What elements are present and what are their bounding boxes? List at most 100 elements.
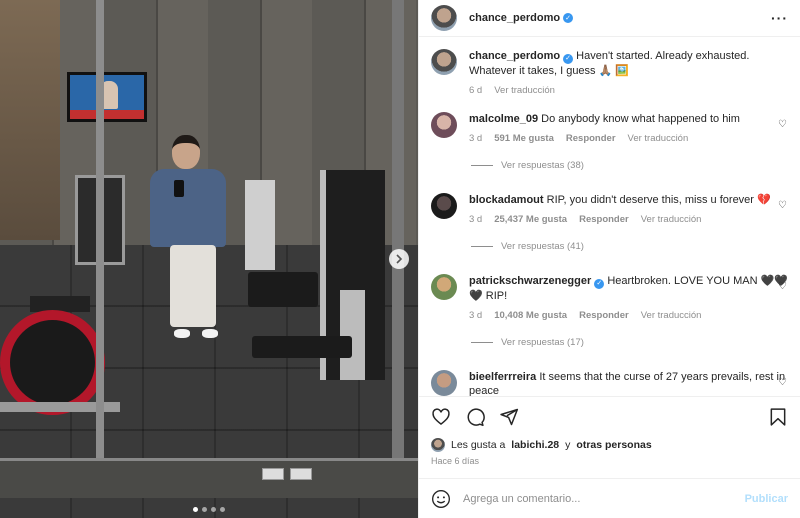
liker-username[interactable]: labichi.28 [511, 439, 559, 451]
caption-age[interactable]: 6 d [469, 84, 482, 98]
shoe [202, 329, 218, 338]
caption-avatar[interactable] [431, 49, 457, 75]
author-username[interactable]: chance_perdomo [469, 12, 560, 24]
replies-divider [471, 246, 493, 247]
comment-age[interactable]: 3 d [469, 309, 482, 323]
rowing-machine [0, 310, 105, 415]
bookmark-icon[interactable] [768, 407, 788, 427]
comment-icon[interactable] [465, 407, 485, 427]
person-head [172, 135, 200, 169]
other-likers-link[interactable]: otras personas [576, 439, 651, 451]
mirror-frame [96, 0, 104, 470]
comment-item: blockadamout RIP, you didn't deserve thi… [431, 193, 788, 227]
commenter-avatar[interactable] [431, 193, 457, 219]
gym-machine [245, 180, 275, 270]
carousel-dots [0, 507, 418, 512]
bench-frame [340, 290, 365, 380]
comment-meta: 3 d 25,437 Me gusta Responder Ver traduc… [469, 213, 788, 227]
post-actions [419, 396, 800, 436]
wood-panel [0, 0, 60, 240]
comment-like-count[interactable]: 591 Me gusta [494, 132, 554, 146]
comment-text: Do anybody know what happened to him [541, 113, 740, 125]
likes-joiner: y [565, 439, 571, 451]
commenter-avatar[interactable] [431, 112, 457, 138]
translate-link[interactable]: Ver traducción [641, 213, 702, 227]
verified-badge-icon: ✓ [594, 279, 605, 289]
bench-seat [248, 272, 318, 307]
share-icon[interactable] [499, 407, 519, 427]
view-replies[interactable]: Ver respuestas (17) [471, 337, 788, 348]
comment-like-count[interactable]: 25,437 Me gusta [494, 213, 567, 227]
author-avatar[interactable] [431, 5, 457, 31]
comment-like-heart-icon[interactable]: ♡ [778, 378, 788, 388]
person-pants [170, 245, 216, 327]
comment-item: patrickschwarzenegger ✓ Heartbroken. LOVE… [431, 274, 788, 323]
commenter-avatar[interactable] [431, 274, 457, 300]
more-options-icon[interactable]: ··· [771, 10, 788, 26]
likes-prefix: Les gusta a [451, 439, 506, 451]
comment-like-heart-icon[interactable]: ♡ [778, 282, 788, 292]
carousel-dot[interactable] [202, 507, 207, 512]
comment-text: RIP, you didn't deserve this, miss u for… [546, 194, 771, 206]
verified-badge-icon: ✓ [563, 54, 574, 64]
replies-divider [471, 342, 493, 343]
reply-button[interactable]: Responder [566, 132, 616, 146]
translate-link[interactable]: Ver traducción [641, 309, 702, 323]
commenter-username[interactable]: bieelferrreira [469, 371, 536, 383]
chevron-right-icon [396, 254, 403, 264]
liker-avatar[interactable] [431, 438, 445, 452]
comment-like-count[interactable]: 10,408 Me gusta [494, 309, 567, 323]
heart-icon[interactable] [431, 407, 451, 427]
post-caption: chance_perdomo ✓ Haven't started. Already… [431, 49, 788, 98]
bench-pad [252, 336, 352, 358]
view-replies-label[interactable]: Ver respuestas (17) [501, 337, 584, 348]
comment-item: bieelferrreira It seems that the curse o… [431, 370, 788, 396]
wall-outlet [262, 468, 284, 480]
emoji-smile-icon[interactable] [431, 489, 451, 509]
comment-age[interactable]: 3 d [469, 213, 482, 227]
caption-meta: 6 d Ver traducción [469, 84, 788, 98]
publish-button[interactable]: Publicar [745, 493, 788, 505]
carousel-dot[interactable] [193, 507, 198, 512]
translate-link[interactable]: Ver traducción [494, 84, 555, 98]
post-side-panel: chance_perdomo ✓ ··· chance_perdomo ✓ Hav… [418, 0, 800, 518]
comment-meta: 3 d 10,408 Me gusta Responder Ver traduc… [469, 309, 788, 323]
caption-username[interactable]: chance_perdomo [469, 50, 560, 62]
comment-input[interactable] [463, 492, 733, 505]
person-shirt [150, 169, 226, 247]
view-replies[interactable]: Ver respuestas (41) [471, 241, 788, 252]
comments-list[interactable]: chance_perdomo ✓ Haven't started. Already… [419, 37, 800, 396]
view-replies[interactable]: Ver respuestas (38) [471, 160, 788, 171]
view-replies-label[interactable]: Ver respuestas (41) [501, 241, 584, 252]
commenter-avatar[interactable] [431, 370, 457, 396]
commenter-username[interactable]: malcolme_09 [469, 113, 538, 125]
mirror-frame [392, 0, 404, 480]
comment-age[interactable]: 3 d [469, 132, 482, 146]
mirror-base [0, 458, 418, 498]
reply-button[interactable]: Responder [579, 213, 629, 227]
next-photo-button[interactable] [389, 249, 409, 269]
shoe [174, 329, 190, 338]
verified-badge-icon: ✓ [563, 13, 574, 23]
post-timestamp[interactable]: Hace 6 días [419, 454, 800, 478]
carousel-dot[interactable] [220, 507, 225, 512]
post-photo[interactable] [0, 0, 418, 518]
view-replies-label[interactable]: Ver respuestas (38) [501, 160, 584, 171]
comment-like-heart-icon[interactable]: ♡ [778, 201, 788, 211]
carousel-dot[interactable] [211, 507, 216, 512]
wall-tv [67, 72, 147, 122]
phone [174, 180, 184, 197]
comment-like-heart-icon[interactable]: ♡ [778, 120, 788, 130]
add-comment-bar: Publicar [419, 478, 800, 518]
likes-summary: Les gusta a labichi.28 y otras personas [419, 436, 800, 454]
commenter-username[interactable]: patrickschwarzenegger [469, 275, 591, 287]
person-in-mirror [150, 135, 230, 345]
translate-link[interactable]: Ver traducción [628, 132, 689, 146]
commenter-username[interactable]: blockadamout [469, 194, 544, 206]
reply-button[interactable]: Responder [579, 309, 629, 323]
comment-meta: 3 d 591 Me gusta Responder Ver traducció… [469, 132, 788, 146]
post-header: chance_perdomo ✓ ··· [419, 0, 800, 37]
instagram-post-modal: chance_perdomo ✓ ··· chance_perdomo ✓ Hav… [0, 0, 800, 518]
wall-outlet [290, 468, 312, 480]
comment-item: malcolme_09 Do anybody know what happene… [431, 112, 788, 146]
